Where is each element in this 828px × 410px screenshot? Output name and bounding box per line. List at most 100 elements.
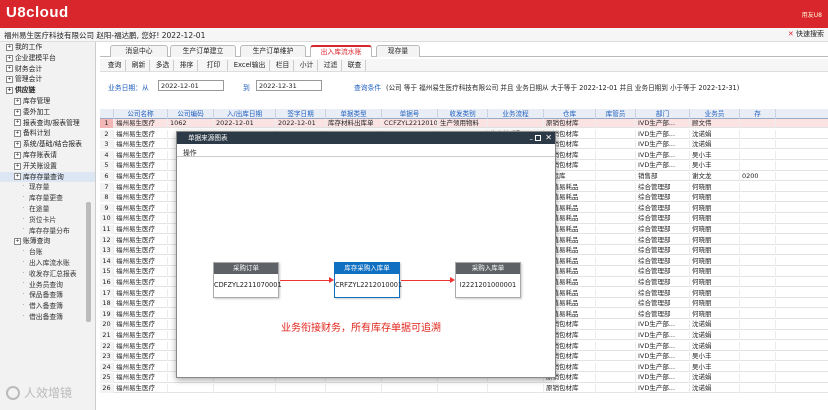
toolbar-button[interactable]: 多选 [152,60,174,71]
tab[interactable]: 出入库流水账 [310,45,372,57]
sidebar-item[interactable]: + 系统/基础/结合报表 [0,139,95,150]
sidebar-item[interactable]: + 报表查询/报表管理 [0,118,95,129]
table-cell: IVD生产部... [636,352,690,362]
sidebar-item[interactable]: · 保品备查簿 [0,290,95,301]
table-cell: 综合管理部 [636,288,690,298]
stock-in-node[interactable]: 库存采购入库单 CRFZYL2212010001 [334,262,402,298]
sidebar-item[interactable]: + 我的工作 [0,42,95,53]
column-header[interactable]: 收发类别 [438,109,488,119]
minimize-icon[interactable]: – [530,133,534,145]
table-cell: 综合管理部 [636,267,690,277]
toolbar-button[interactable]: 小计 [296,60,318,71]
column-header[interactable]: 存 [740,109,776,119]
sidebar-item[interactable]: + 库存存量查询 [0,171,95,183]
expand-icon: + [14,162,21,170]
date-from-field[interactable]: 2022-12-01 [158,80,224,91]
table-cell: 综合管理部 [636,235,690,245]
tab[interactable]: 生产订单建立 [170,45,236,57]
table-cell: 沈诺娟 [690,129,740,139]
row-number: 9 [100,203,114,214]
column-header[interactable]: 库管员 [596,109,636,119]
sidebar-item[interactable]: + 企业建模平台 [0,53,95,64]
sidebar-item[interactable]: · 货位卡片 [0,215,95,226]
table-cell [596,214,636,224]
toolbar-button[interactable]: 刷新 [128,60,150,71]
sidebar-item[interactable]: + 供应链 [0,85,95,96]
sidebar-item[interactable]: · 库存存量分布 [0,226,95,237]
maximize-icon[interactable] [535,135,541,141]
tab[interactable]: 消息中心 [110,45,168,57]
column-header[interactable]: 公司名称 [114,109,168,119]
sidebar-item[interactable]: + 账簿查询 [0,236,95,247]
sidebar-item[interactable]: + 财务会计 [0,64,95,75]
sidebar-item-label: 库存存量查询 [23,172,64,181]
sidebar-item[interactable]: · 业务员查询 [0,280,95,291]
date-range-label: 业务日期：从 [108,84,149,92]
purchase-in-node[interactable]: 采购入库单 I2221201000001 [455,262,521,298]
sidebar-item[interactable]: + 库存管理 [0,96,95,107]
table-cell: 何晓丽 [690,214,740,224]
toolbar-button[interactable]: Excel输出 [230,60,270,71]
sidebar-scrollbar[interactable] [86,202,91,322]
sidebar-item[interactable]: + 备料计划 [0,128,95,139]
sidebar-item[interactable]: · 借入备查簿 [0,301,95,312]
tab[interactable]: 生产订单维护 [240,45,306,57]
row-number: 8 [100,193,114,203]
expand-icon: + [6,65,13,73]
table-cell: 吴小丰 [690,362,740,373]
sidebar-item[interactable]: · 台账 [0,247,95,258]
sidebar-item-label: 借出备查簿 [29,312,63,321]
table-cell [596,246,636,256]
expand-icon: + [14,119,21,127]
column-header[interactable]: 单据类型 [326,109,382,119]
column-header[interactable]: 部门 [636,109,690,119]
column-header[interactable]: 公司编码 [168,109,214,119]
table-cell: IVD生产部... [636,331,690,341]
leaf-icon: · [22,215,25,222]
sidebar-item[interactable]: + 库存账表请 [0,150,95,161]
sidebar-item[interactable]: · 借出备查簿 [0,312,95,323]
table-cell [596,384,636,394]
sidebar-item[interactable]: · 在途量 [0,204,95,215]
sidebar-item[interactable]: · 现存量 [0,182,95,193]
table-cell: 福州易生医疗 [114,172,168,182]
toolbar-button[interactable]: 查询 [104,60,126,71]
sidebar-item[interactable]: + 委外加工 [0,107,95,118]
toolbar-button[interactable]: 联查 [344,60,366,71]
toolbar-button[interactable]: 排序 [176,60,198,71]
table-cell: 综合管理部 [636,278,690,288]
column-header[interactable]: 业务流程 [488,109,544,119]
close-icon[interactable]: ✕ [545,132,552,144]
column-header[interactable]: 入/出库日期 [214,109,276,119]
quick-search-link[interactable]: ✕ 快速搜索 [788,29,824,39]
tab[interactable]: 现存量 [376,45,420,57]
toolbar-button[interactable]: 打印 [200,60,228,71]
toolbar-button[interactable]: 过滤 [320,60,342,71]
column-header[interactable]: 单据号 [382,109,438,119]
table-cell [740,150,776,161]
sidebar-item[interactable]: · 收发存汇总报表 [0,269,95,280]
table-cell [596,373,636,383]
purchase-order-node[interactable]: 采购订单 CDFZYL2211070001 [213,262,282,298]
table-row[interactable]: 26 福州易生医疗 原销包材库 IVD生产部... 沈诺娟 [100,384,828,394]
sidebar-item[interactable]: + 管理会计 [0,74,95,85]
sidebar-item[interactable]: · 出入库流水账 [0,258,95,269]
table-cell [596,119,636,129]
leaf-icon: · [22,226,25,233]
table-cell: 吴小丰 [690,352,740,362]
column-header[interactable]: 签字日期 [276,109,326,119]
toolbar-button[interactable]: 栏目 [272,60,294,71]
table-cell [740,246,776,256]
table-cell: IVD生产部... [636,161,690,171]
top-right-text[interactable]: 用友U8 [802,10,822,19]
sidebar-item[interactable]: + 开关账设置 [0,161,95,172]
column-header[interactable]: 业务员 [690,109,740,119]
date-to-field[interactable]: 2022-12-31 [256,80,322,91]
table-row[interactable]: 1 福州易生医疗 1062 2022-12-01 2022-12-01 库存材料出库单 CC… [100,119,828,129]
table-cell: 综合管理部 [636,182,690,192]
row-number: 13 [100,246,114,256]
dialog-title: 单据来源图表 [188,134,228,142]
table-cell [596,278,636,288]
sidebar-item[interactable]: · 库存量更查 [0,193,95,204]
column-header[interactable]: 仓库 [544,109,596,119]
